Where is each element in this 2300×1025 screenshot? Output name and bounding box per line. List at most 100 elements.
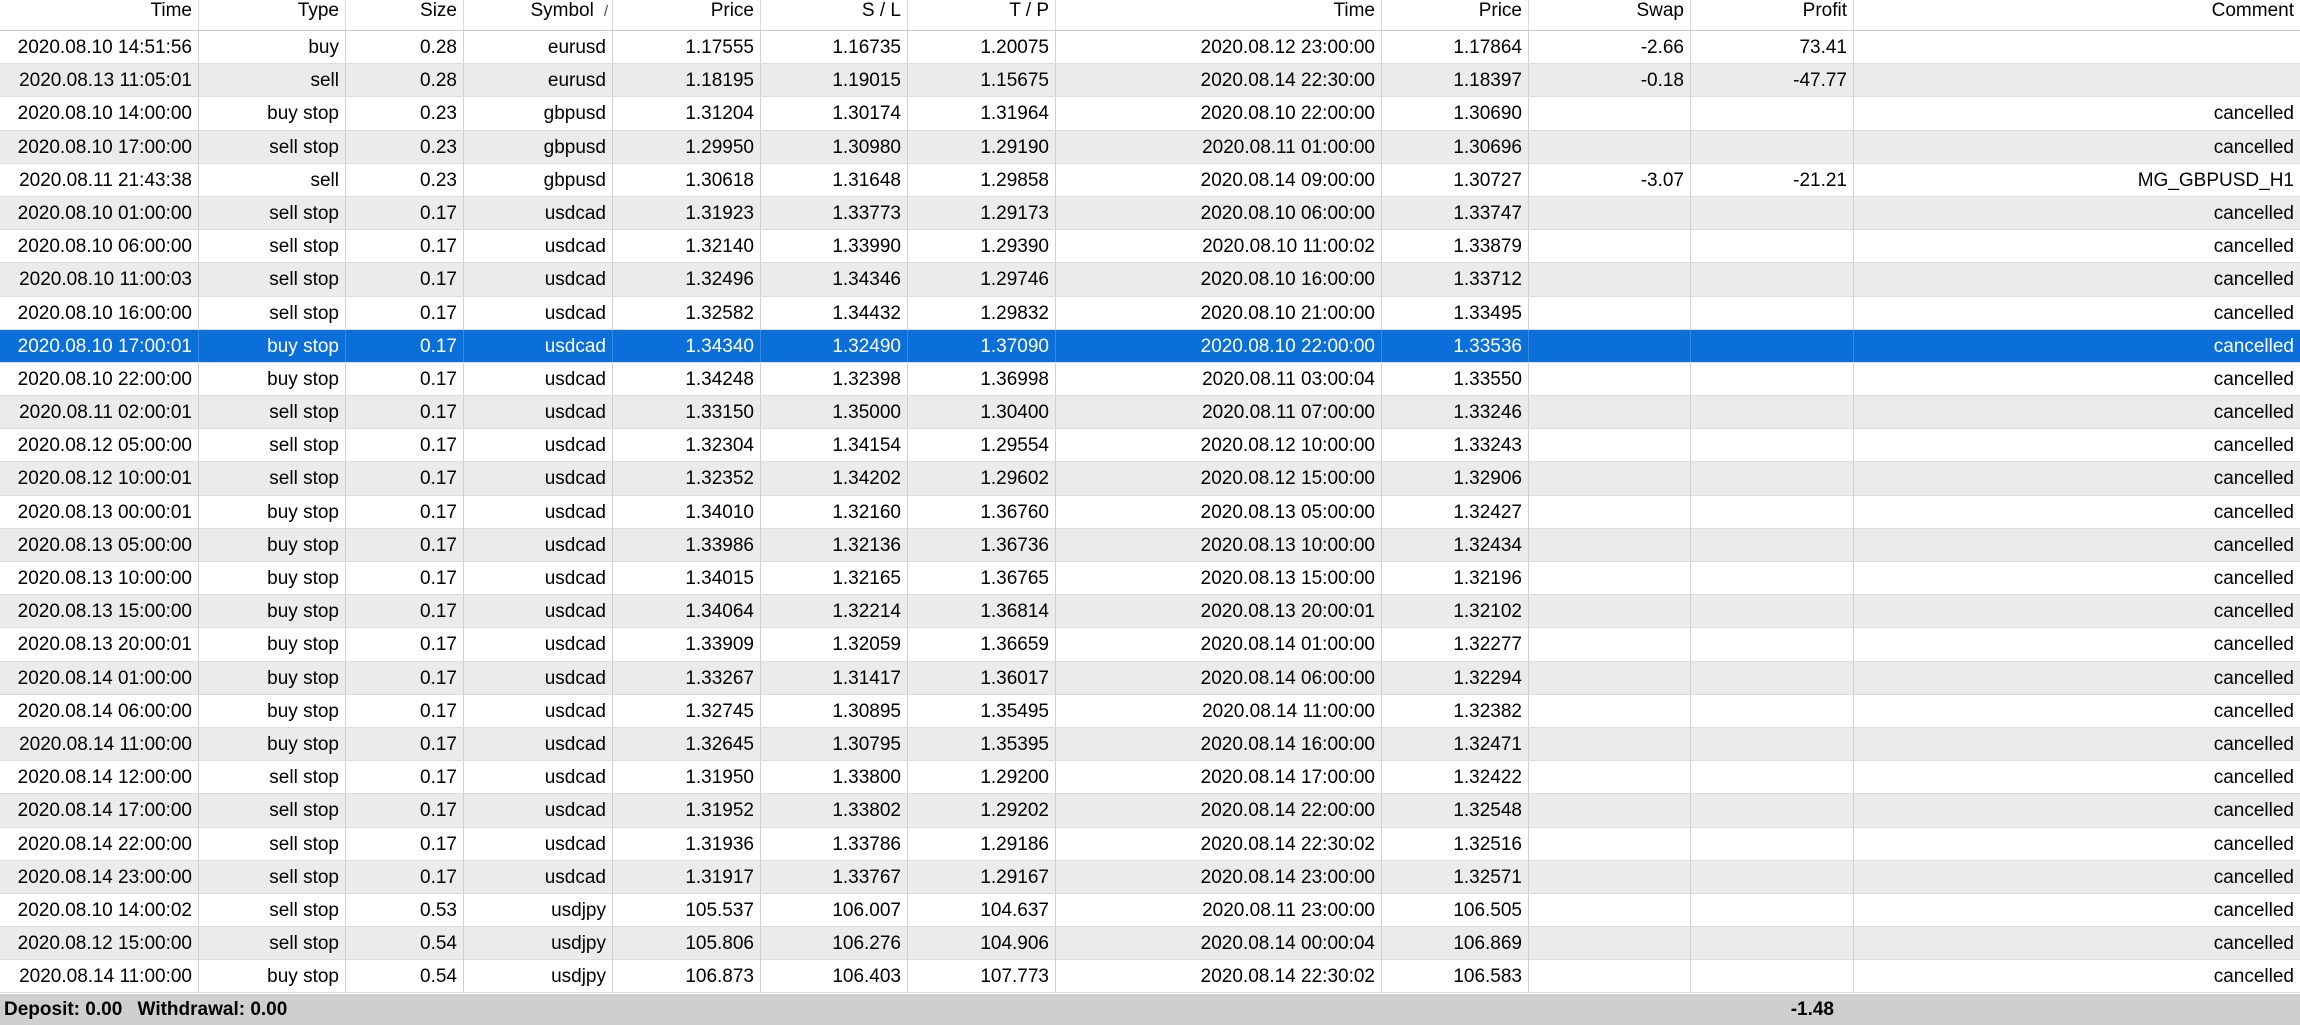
cell-swap [1529,628,1691,661]
cell-swap [1529,727,1691,761]
column-header-close-time[interactable]: Time [1056,0,1382,30]
cell-symbol: usdjpy [464,927,613,960]
table-row[interactable]: 2020.08.13 05:00:00 buy stop 0.17 usdcad 1.3… [0,528,2300,562]
cell-symbol: usdcad [464,528,613,561]
cell-swap [1529,263,1691,296]
table-row[interactable]: 2020.08.14 01:00:00 buy stop 0.17 usdcad 1.3… [0,661,2300,695]
table-row-selected[interactable]: 2020.08.10 17:00:01 buy stop 0.17 usdcad 1.3… [0,329,2300,363]
cell-close-time: 2020.08.14 09:00:00 [1056,163,1382,196]
column-header-take-profit[interactable]: T / P [908,0,1056,30]
cell-stop-loss: 1.32136 [761,528,908,561]
total-profit: -1.48 [1790,999,1834,1020]
cell-close-price: 1.32294 [1382,661,1529,694]
cell-size: 0.17 [346,528,464,561]
cell-close-price: 1.33536 [1382,329,1529,362]
column-header-swap[interactable]: Swap [1529,0,1691,30]
cell-close-price: 1.30696 [1382,130,1529,163]
cell-symbol: eurusd [464,64,613,97]
table-row[interactable]: 2020.08.10 22:00:00 buy stop 0.17 usdcad 1.3… [0,362,2300,397]
cell-take-profit: 1.36765 [908,562,1056,595]
cell-open-time: 2020.08.10 17:00:01 [0,329,199,362]
cell-close-time: 2020.08.14 06:00:00 [1056,661,1382,694]
table-row[interactable]: 2020.08.12 10:00:01 sell stop 0.17 usdcad 1.… [0,462,2300,496]
cell-symbol: usdjpy [464,893,613,927]
table-row[interactable]: 2020.08.13 10:00:00 buy stop 0.17 usdcad 1.3… [0,562,2300,596]
cell-open-time: 2020.08.12 05:00:00 [0,429,199,462]
column-header-comment[interactable]: Comment [1854,0,2300,30]
cell-stop-loss: 1.34202 [761,462,908,495]
table-row[interactable]: 2020.08.13 00:00:01 buy stop 0.17 usdcad 1.3… [0,495,2300,529]
cell-symbol: gbpusd [464,97,613,130]
cell-symbol: usdcad [464,562,613,595]
table-row[interactable]: 2020.08.14 11:00:00 buy stop 0.54 usdjpy 106… [0,960,2300,994]
table-row[interactable]: 2020.08.10 06:00:00 sell stop 0.17 usdcad 1.… [0,230,2300,264]
cell-swap [1529,429,1691,462]
column-header-profit[interactable]: Profit [1691,0,1854,30]
table-row[interactable]: 2020.08.10 14:51:56 buy 0.28 eurusd 1.17555 1… [0,31,2300,65]
cell-open-time: 2020.08.13 15:00:00 [0,595,199,628]
cell-size: 0.17 [346,396,464,429]
column-header-symbol-label: Symbol [530,0,594,21]
table-row[interactable]: 2020.08.14 17:00:00 sell stop 0.17 usdcad 1.… [0,794,2300,828]
cell-size: 0.17 [346,495,464,528]
cell-stop-loss: 1.33786 [761,827,908,860]
table-row[interactable]: 2020.08.10 16:00:00 sell stop 0.17 usdcad 1.… [0,296,2300,330]
cell-close-time: 2020.08.10 16:00:00 [1056,263,1382,296]
cell-close-price: 1.33495 [1382,296,1529,329]
cell-swap [1529,927,1691,960]
cell-take-profit: 1.20075 [908,31,1056,64]
table-row[interactable]: 2020.08.14 23:00:00 sell stop 0.17 usdcad 1.… [0,860,2300,894]
column-header-close-price[interactable]: Price [1382,0,1529,30]
cell-take-profit: 1.29858 [908,163,1056,196]
cell-stop-loss: 1.31648 [761,163,908,196]
table-row[interactable]: 2020.08.11 21:43:38 sell 0.23 gbpusd 1.30618… [0,163,2300,197]
cell-swap [1529,893,1691,927]
cell-symbol: usdcad [464,628,613,661]
table-row[interactable]: 2020.08.10 01:00:00 sell stop 0.17 usdcad 1.… [0,196,2300,231]
sort-indicator-icon: / [603,3,608,20]
column-header-stop-loss[interactable]: S / L [761,0,908,30]
cell-close-price: 1.33747 [1382,196,1529,230]
summary-bar: Deposit: 0.00 Withdrawal: 0.00 -1.48 [0,994,2300,1025]
cell-symbol: usdcad [464,595,613,628]
table-row[interactable]: 2020.08.10 14:00:02 sell stop 0.53 usdjpy 10… [0,893,2300,928]
cell-profit [1691,97,1854,130]
table-row[interactable]: 2020.08.10 17:00:00 sell stop 0.23 gbpusd 1.… [0,130,2300,164]
cell-stop-loss: 1.34154 [761,429,908,462]
table-row[interactable]: 2020.08.13 11:05:01 sell 0.28 eurusd 1.18195… [0,64,2300,98]
cell-open-price: 1.31917 [613,860,761,893]
table-row[interactable]: 2020.08.10 11:00:03 sell stop 0.17 usdcad 1.… [0,263,2300,297]
cell-close-price: 1.32571 [1382,860,1529,893]
cell-profit [1691,495,1854,528]
cell-size: 0.17 [346,196,464,230]
table-body: 2020.08.10 14:51:56 buy 0.28 eurusd 1.17555 1… [0,31,2300,994]
table-row[interactable]: 2020.08.14 12:00:00 sell stop 0.17 usdcad 1.… [0,761,2300,795]
cell-type: buy stop [199,595,346,628]
table-row[interactable]: 2020.08.11 02:00:01 sell stop 0.17 usdcad 1.… [0,396,2300,430]
column-header-type[interactable]: Type [199,0,346,30]
cell-open-price: 1.32352 [613,462,761,495]
column-header-symbol[interactable]: Symbol / [464,0,613,30]
column-header-size[interactable]: Size [346,0,464,30]
cell-profit [1691,694,1854,727]
cell-profit [1691,362,1854,396]
column-header-open-time[interactable]: Time [0,0,199,30]
cell-close-price: 1.32382 [1382,694,1529,727]
table-row[interactable]: 2020.08.12 15:00:00 sell stop 0.54 usdjpy 10… [0,927,2300,961]
table-row[interactable]: 2020.08.14 22:00:00 sell stop 0.17 usdcad 1.… [0,827,2300,861]
table-row[interactable]: 2020.08.10 14:00:00 buy stop 0.23 gbpusd 1.3… [0,97,2300,131]
cell-type: buy stop [199,960,346,993]
table-row[interactable]: 2020.08.13 15:00:00 buy stop 0.17 usdcad 1.3… [0,595,2300,629]
column-header-open-price[interactable]: Price [613,0,761,30]
table-row[interactable]: 2020.08.14 11:00:00 buy stop 0.17 usdcad 1.3… [0,727,2300,762]
table-row[interactable]: 2020.08.14 06:00:00 buy stop 0.17 usdcad 1.3… [0,694,2300,728]
cell-type: buy stop [199,661,346,694]
cell-type: buy stop [199,97,346,130]
cell-symbol: eurusd [464,31,613,64]
table-row[interactable]: 2020.08.13 20:00:01 buy stop 0.17 usdcad 1.3… [0,628,2300,662]
cell-profit [1691,263,1854,296]
cell-symbol: usdcad [464,329,613,362]
cell-symbol: gbpusd [464,130,613,163]
cell-open-price: 1.32582 [613,296,761,329]
table-row[interactable]: 2020.08.12 05:00:00 sell stop 0.17 usdcad 1.… [0,429,2300,463]
